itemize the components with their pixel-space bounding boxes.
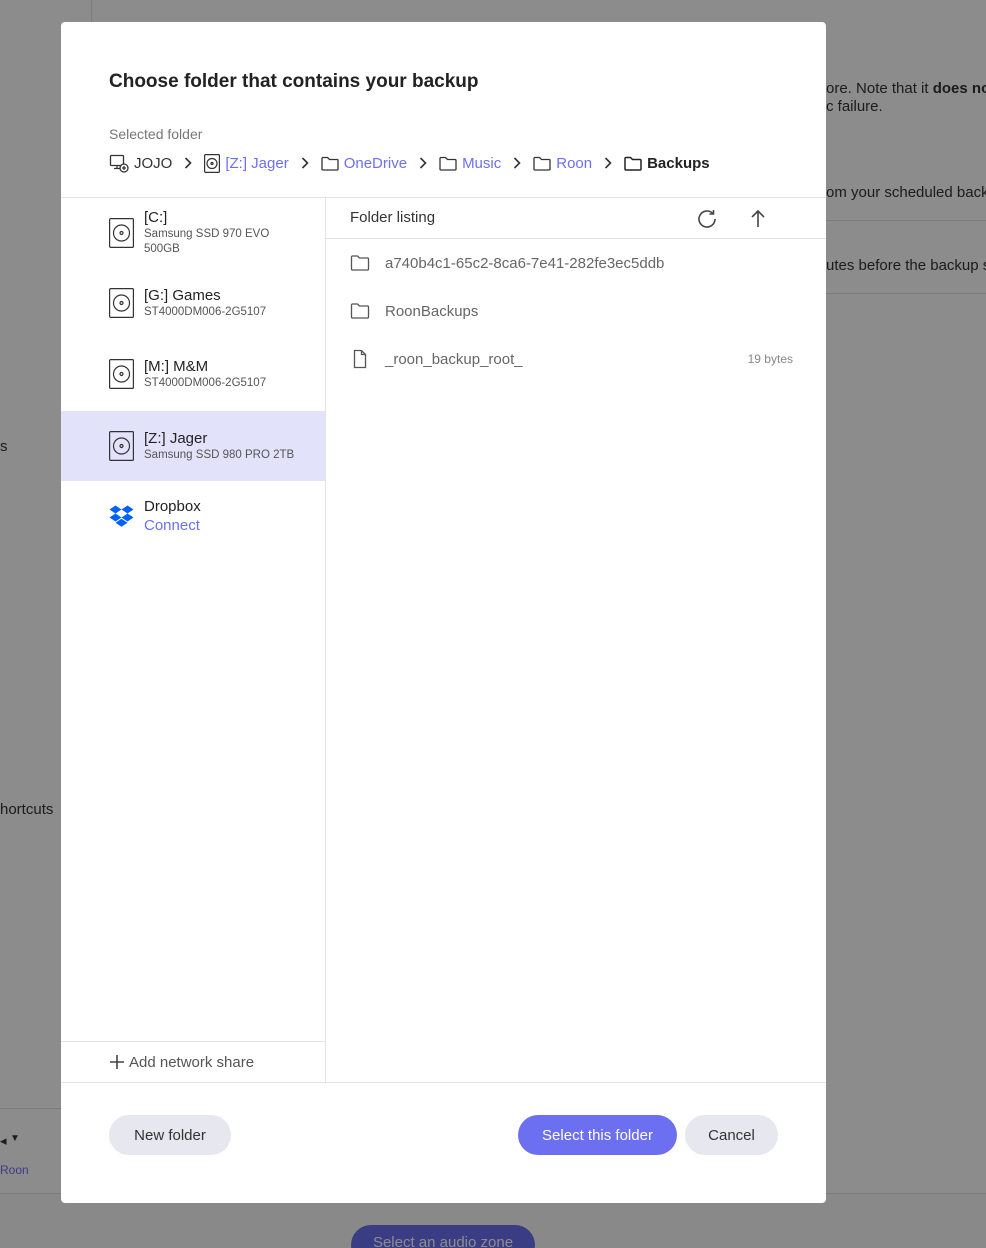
drive-list: [C:] Samsung SSD 970 EVO 500GB [G:] Game… — [61, 198, 326, 1082]
cancel-button[interactable]: Cancel — [685, 1115, 778, 1155]
drive-name: Dropbox — [144, 497, 201, 515]
drive-item-g[interactable]: [G:] Games ST4000DM006-2G5107 — [61, 268, 325, 338]
chevron-right-icon — [513, 157, 521, 169]
plus-icon — [110, 1055, 124, 1069]
entry-name: RoonBackups — [385, 302, 479, 320]
arrow-up-icon[interactable] — [746, 207, 770, 231]
breadcrumb-item-onedrive[interactable]: OneDrive — [321, 155, 407, 172]
drive-item-z[interactable]: [Z:] Jager Samsung SSD 980 PRO 2TB — [61, 411, 325, 481]
drive-model: ST4000DM006-2G5107 — [144, 305, 267, 318]
drive-icon — [204, 153, 221, 173]
drive-name: [M:] M&M — [144, 357, 209, 375]
chevron-right-icon — [604, 157, 612, 169]
select-folder-button[interactable]: Select this folder — [518, 1115, 677, 1155]
new-folder-button[interactable]: New folder — [109, 1115, 231, 1155]
entry-size: 19 bytes — [747, 352, 793, 366]
chevron-right-icon — [301, 157, 309, 169]
folder-listing-header: Folder listing — [326, 198, 826, 239]
drive-icon — [109, 359, 134, 389]
selected-folder-label: Selected folder — [109, 126, 203, 142]
file-icon — [353, 349, 367, 369]
folder-listing-title: Folder listing — [350, 209, 436, 226]
entry-name: a740b4c1-65c2-8ca6-7e41-282fe3ec5ddb — [385, 254, 665, 272]
dropbox-connect-link[interactable]: Connect — [144, 516, 201, 535]
drive-name: [C:] — [144, 209, 168, 226]
folder-icon — [350, 255, 370, 271]
drive-item-c[interactable]: [C:] Samsung SSD 970 EVO 500GB — [61, 198, 325, 268]
drive-model: ST4000DM006-2G5107 — [144, 376, 267, 389]
breadcrumb-item-music[interactable]: Music — [439, 155, 501, 172]
breadcrumb: JOJO [Z:] Jager OneDrive Music Roon Back… — [109, 152, 710, 174]
breadcrumb-item-drive[interactable]: [Z:] Jager — [204, 153, 289, 173]
divider — [61, 1082, 826, 1083]
breadcrumb-item-roon[interactable]: Roon — [533, 155, 592, 172]
list-item-folder[interactable]: RoonBackups — [326, 289, 826, 333]
list-item-folder[interactable]: a740b4c1-65c2-8ca6-7e41-282fe3ec5ddb — [326, 241, 826, 285]
list-item-file[interactable]: _roon_backup_root_ 19 bytes — [326, 337, 826, 381]
folder-icon — [533, 156, 551, 171]
dialog-title: Choose folder that contains your backup — [109, 71, 479, 92]
folder-icon — [321, 156, 339, 171]
drive-icon — [109, 431, 134, 461]
computer-icon — [109, 154, 129, 173]
breadcrumb-item-backups: Backups — [624, 155, 710, 172]
drive-model: Samsung SSD 980 PRO 2TB — [144, 448, 295, 461]
drive-model: Samsung SSD 970 EVO 500GB — [144, 228, 270, 255]
drive-icon — [109, 218, 134, 248]
drive-name: [Z:] Jager — [144, 429, 208, 447]
drive-item-m[interactable]: [M:] M&M ST4000DM006-2G5107 — [61, 339, 325, 409]
drive-icon — [109, 288, 134, 318]
folder-icon — [439, 156, 457, 171]
dropbox-icon — [109, 505, 134, 527]
chevron-right-icon — [184, 157, 192, 169]
chevron-right-icon — [419, 157, 427, 169]
add-network-share-button[interactable]: Add network share — [61, 1041, 325, 1082]
folder-icon — [350, 303, 370, 319]
drive-name: [G:] Games — [144, 286, 221, 304]
entry-name: _roon_backup_root_ — [385, 350, 523, 368]
folder-icon — [624, 156, 642, 171]
refresh-icon[interactable] — [695, 207, 719, 231]
breadcrumb-item-computer[interactable]: JOJO — [109, 153, 172, 173]
choose-folder-dialog: Choose folder that contains your backup … — [61, 22, 826, 1203]
drive-item-dropbox[interactable]: Dropbox Connect — [61, 481, 325, 551]
